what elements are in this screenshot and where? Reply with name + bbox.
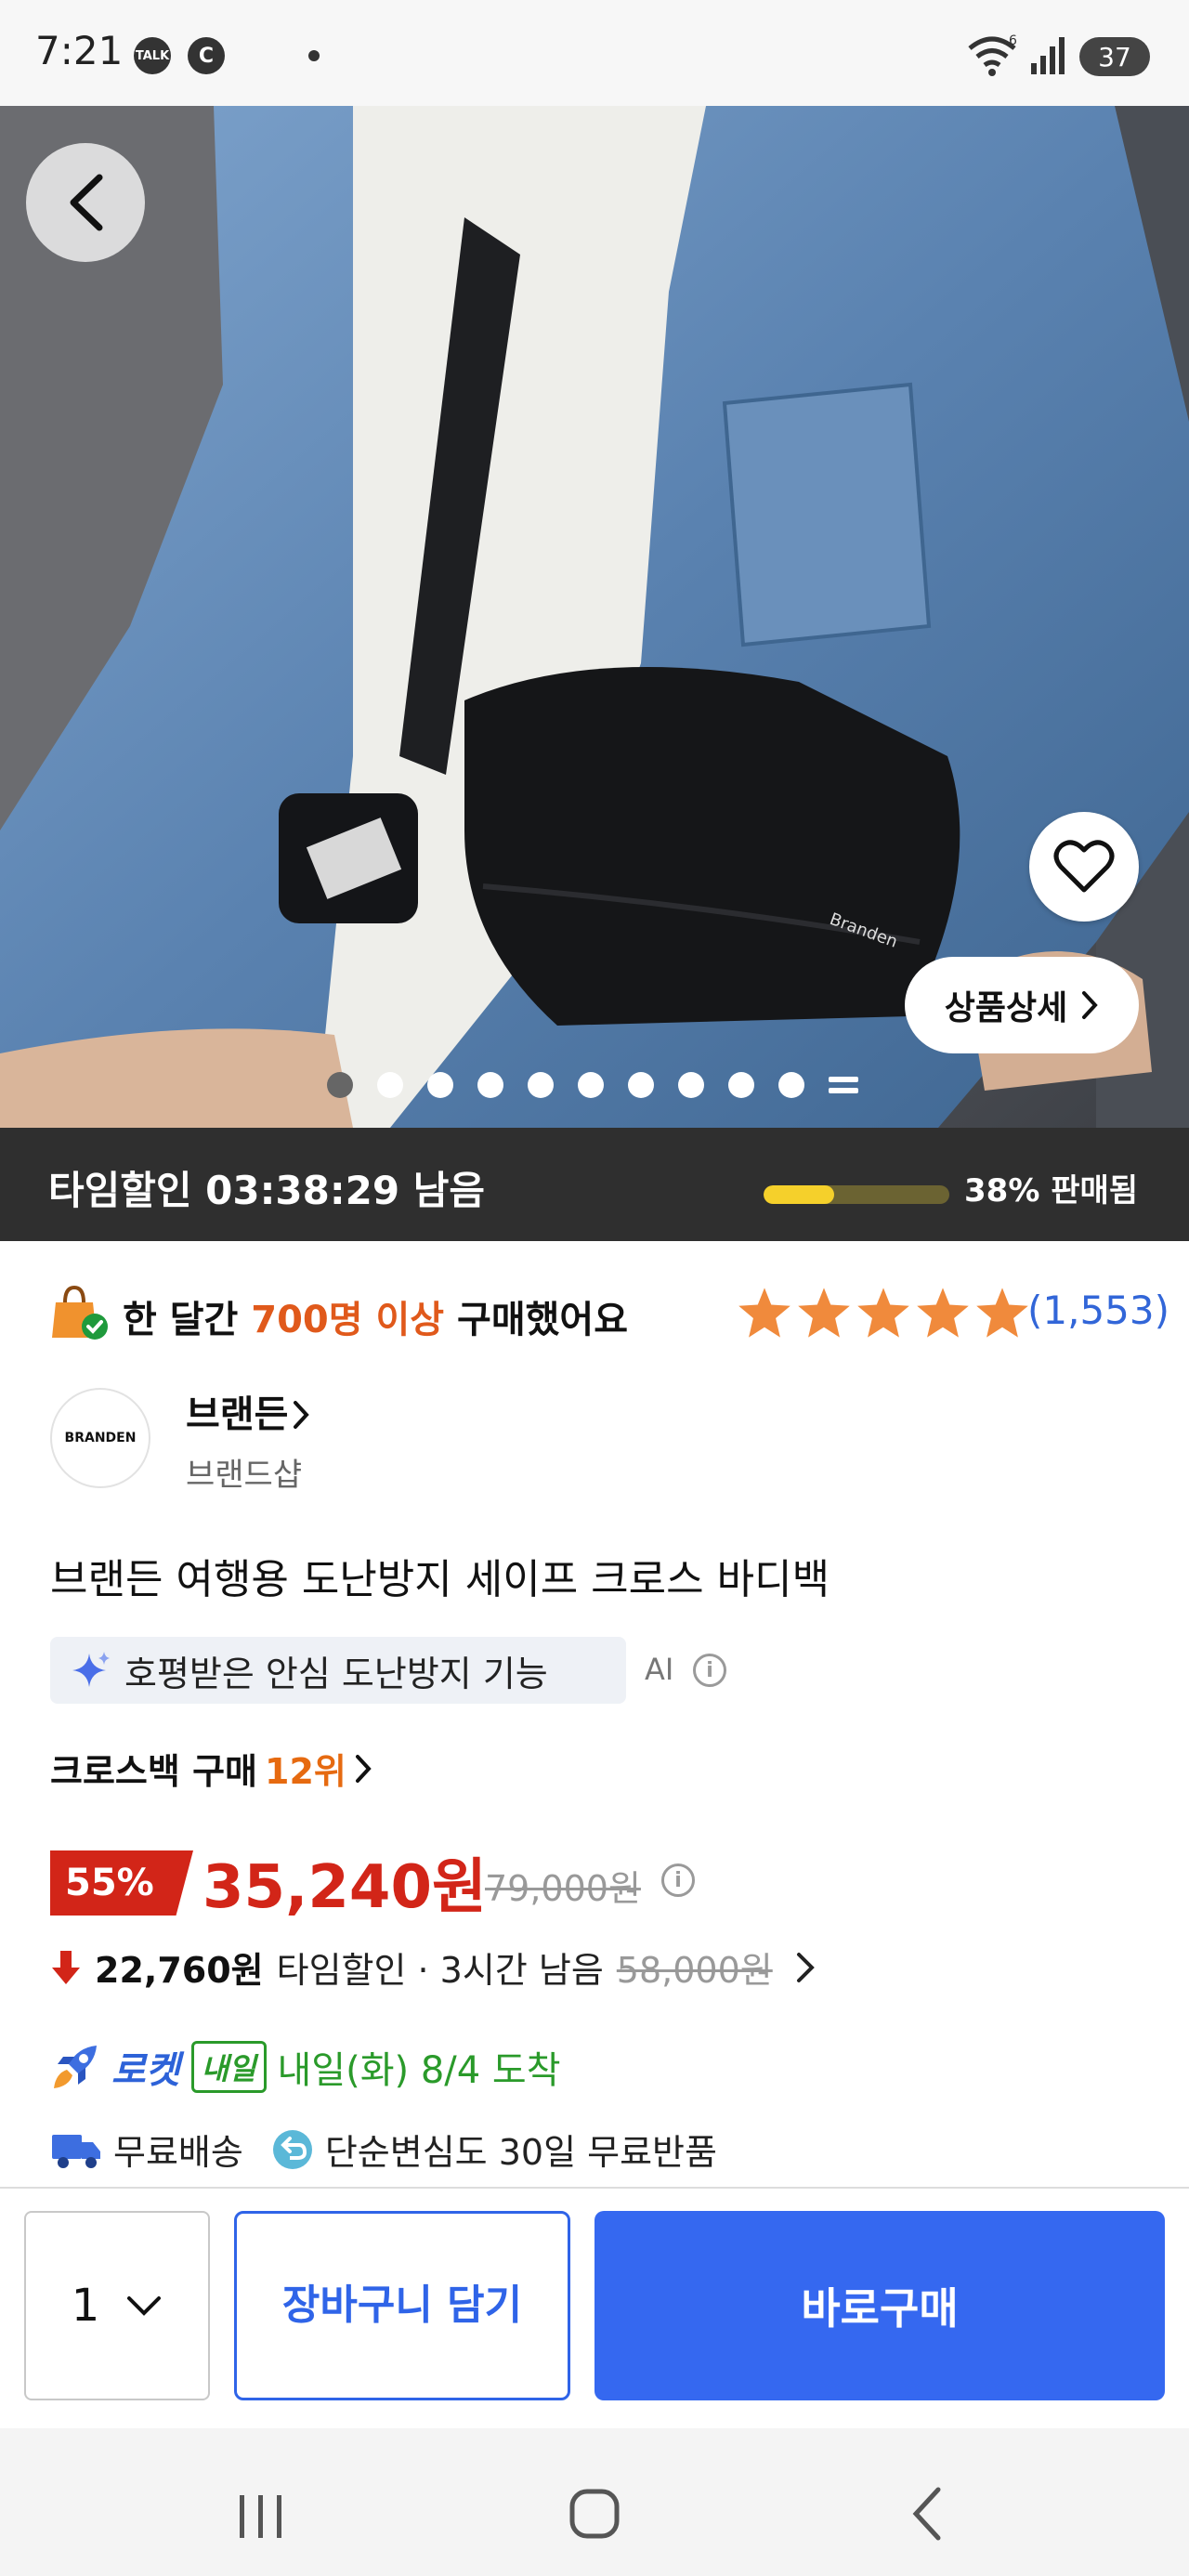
rank-prefix: 크로스백 구매	[50, 1751, 257, 1792]
product-detail-button[interactable]: 상품상세	[905, 957, 1139, 1053]
seller-shop-type: 브랜드샵	[186, 1457, 303, 1494]
ai-highlight-text: 호평받은 안심 도난방지 기능	[124, 1653, 548, 1694]
shopping-bag-check-icon	[52, 1285, 108, 1340]
tomorrow-badge: 내일	[190, 2041, 267, 2093]
product-detail-label: 상품상세	[944, 989, 1068, 1027]
ai-label: AI	[645, 1652, 674, 1687]
time-sale-price-row[interactable]: 22,760원 타임할인 · 3시간 남음 58,000원	[50, 1942, 816, 1993]
back-button[interactable]	[26, 143, 145, 262]
chevron-right-icon	[796, 1952, 815, 1982]
category-rank-link[interactable]: 크로스백 구매 12위	[50, 1743, 372, 1794]
time-sale-label: 타임할인 · 3시간 남음	[276, 1950, 604, 1991]
wishlist-button[interactable]	[1029, 812, 1139, 922]
rating-stars[interactable]	[736, 1286, 1031, 1340]
product-title: 브랜든 여행용 도난방지 세이프 크로스 바디백	[50, 1556, 830, 1603]
carousel-more-icon[interactable]	[829, 1072, 858, 1098]
rocket-label: 로켓	[111, 2049, 180, 2092]
arrow-down-icon	[52, 1950, 80, 1984]
carousel-dot[interactable]	[628, 1072, 654, 1098]
carousel-dot[interactable]	[578, 1072, 604, 1098]
rocket-delivery-row: 로켓 내일 내일(화) 8/4 도착	[50, 2040, 561, 2094]
star-icon	[917, 1288, 969, 1338]
battery-icon: 37	[1079, 37, 1150, 76]
status-time: 7:21	[35, 28, 124, 73]
carousel-dot[interactable]	[377, 1072, 403, 1098]
system-nav-bar	[0, 2428, 1189, 2576]
seller-name: 브랜든	[186, 1393, 289, 1436]
notification-dot-icon	[308, 50, 320, 61]
info-icon[interactable]: i	[693, 1654, 726, 1687]
product-image-carousel[interactable]: Branden 상품상세	[0, 106, 1189, 1128]
price-info-icon[interactable]: i	[661, 1863, 695, 1897]
rank-value: 12위	[265, 1751, 346, 1792]
review-count-link[interactable]: (1,553)	[1027, 1288, 1169, 1333]
home-icon[interactable]	[568, 2488, 621, 2540]
star-icon	[798, 1288, 850, 1338]
back-nav-icon[interactable]	[908, 2486, 946, 2542]
ai-highlight-chip[interactable]: 호평받은 안심 도난방지 기능	[50, 1637, 626, 1704]
recent-apps-icon[interactable]	[236, 2493, 286, 2540]
chevron-down-icon	[127, 2296, 162, 2316]
chevron-right-icon	[294, 1401, 310, 1429]
sold-percent: 38% 판매됨	[964, 1172, 1139, 1210]
shipping-info-row: 무료배송 단순변심도 30일 무료반품	[50, 2124, 717, 2175]
rocket-icon	[54, 2046, 97, 2088]
seller-name-link[interactable]: 브랜든	[186, 1384, 310, 1438]
return-icon	[272, 2129, 312, 2169]
purchase-count-prefix: 한 달간	[123, 1299, 252, 1341]
time-sale-bar: 타임할인 03:38:29 남음 38% 판매됨	[0, 1128, 1189, 1241]
quantity-selector[interactable]: 1	[24, 2211, 210, 2400]
chevron-right-icon	[355, 1754, 372, 1783]
purchase-count-highlight: 700명 이상	[251, 1299, 445, 1341]
time-sale-countdown: 타임할인 03:38:29 남음	[48, 1168, 486, 1213]
star-icon	[976, 1288, 1028, 1338]
kakaotalk-icon: TALK	[134, 37, 171, 74]
carousel-dot[interactable]	[327, 1072, 353, 1098]
truck-icon	[52, 2134, 100, 2168]
wifi-icon: 6	[968, 33, 1017, 76]
return-policy: 단순변심도 30일 무료반품	[324, 2132, 717, 2173]
purchase-count-suffix: 구매했어요	[444, 1299, 629, 1341]
sold-progress-fill	[764, 1185, 834, 1204]
carousel-dot[interactable]	[778, 1072, 804, 1098]
seller-logo[interactable]: BRANDEN	[50, 1388, 150, 1488]
svg-text:6: 6	[1009, 33, 1017, 48]
add-to-cart-button[interactable]: 장바구니 담기	[234, 2211, 570, 2400]
sold-progress-bar	[764, 1185, 949, 1204]
time-sale-original: 58,000원	[616, 1950, 773, 1991]
status-bar: 7:21 TALK C 6 37	[0, 0, 1189, 106]
star-icon	[738, 1288, 790, 1338]
carousel-dot[interactable]	[678, 1072, 704, 1098]
time-sale-price: 22,760원	[95, 1950, 264, 1991]
c-app-icon: C	[188, 37, 225, 74]
purchase-count-text: 한 달간 700명 이상 구매했어요	[123, 1289, 628, 1343]
heart-icon	[1053, 840, 1115, 893]
sparkle-icon	[72, 1652, 110, 1687]
carousel-dot[interactable]	[528, 1072, 554, 1098]
carousel-dot[interactable]	[477, 1072, 503, 1098]
carousel-indicator	[327, 1072, 858, 1098]
carousel-dot[interactable]	[728, 1072, 754, 1098]
quantity-value: 1	[71, 2280, 100, 2332]
signal-icon	[1031, 37, 1065, 74]
chevron-left-icon	[70, 174, 103, 231]
star-icon	[857, 1288, 909, 1338]
discount-badge: 55%	[50, 1850, 193, 1916]
sale-price: 35,240원	[203, 1853, 487, 1922]
arrival-date: 내일(화) 8/4 도착	[277, 2049, 561, 2092]
bottom-divider	[0, 2187, 1189, 2189]
chevron-right-icon	[1082, 991, 1098, 1019]
free-shipping: 무료배송	[113, 2132, 243, 2173]
carousel-dot[interactable]	[427, 1072, 453, 1098]
buy-now-button[interactable]: 바로구매	[594, 2211, 1165, 2400]
original-price: 79,000원	[485, 1868, 641, 1909]
